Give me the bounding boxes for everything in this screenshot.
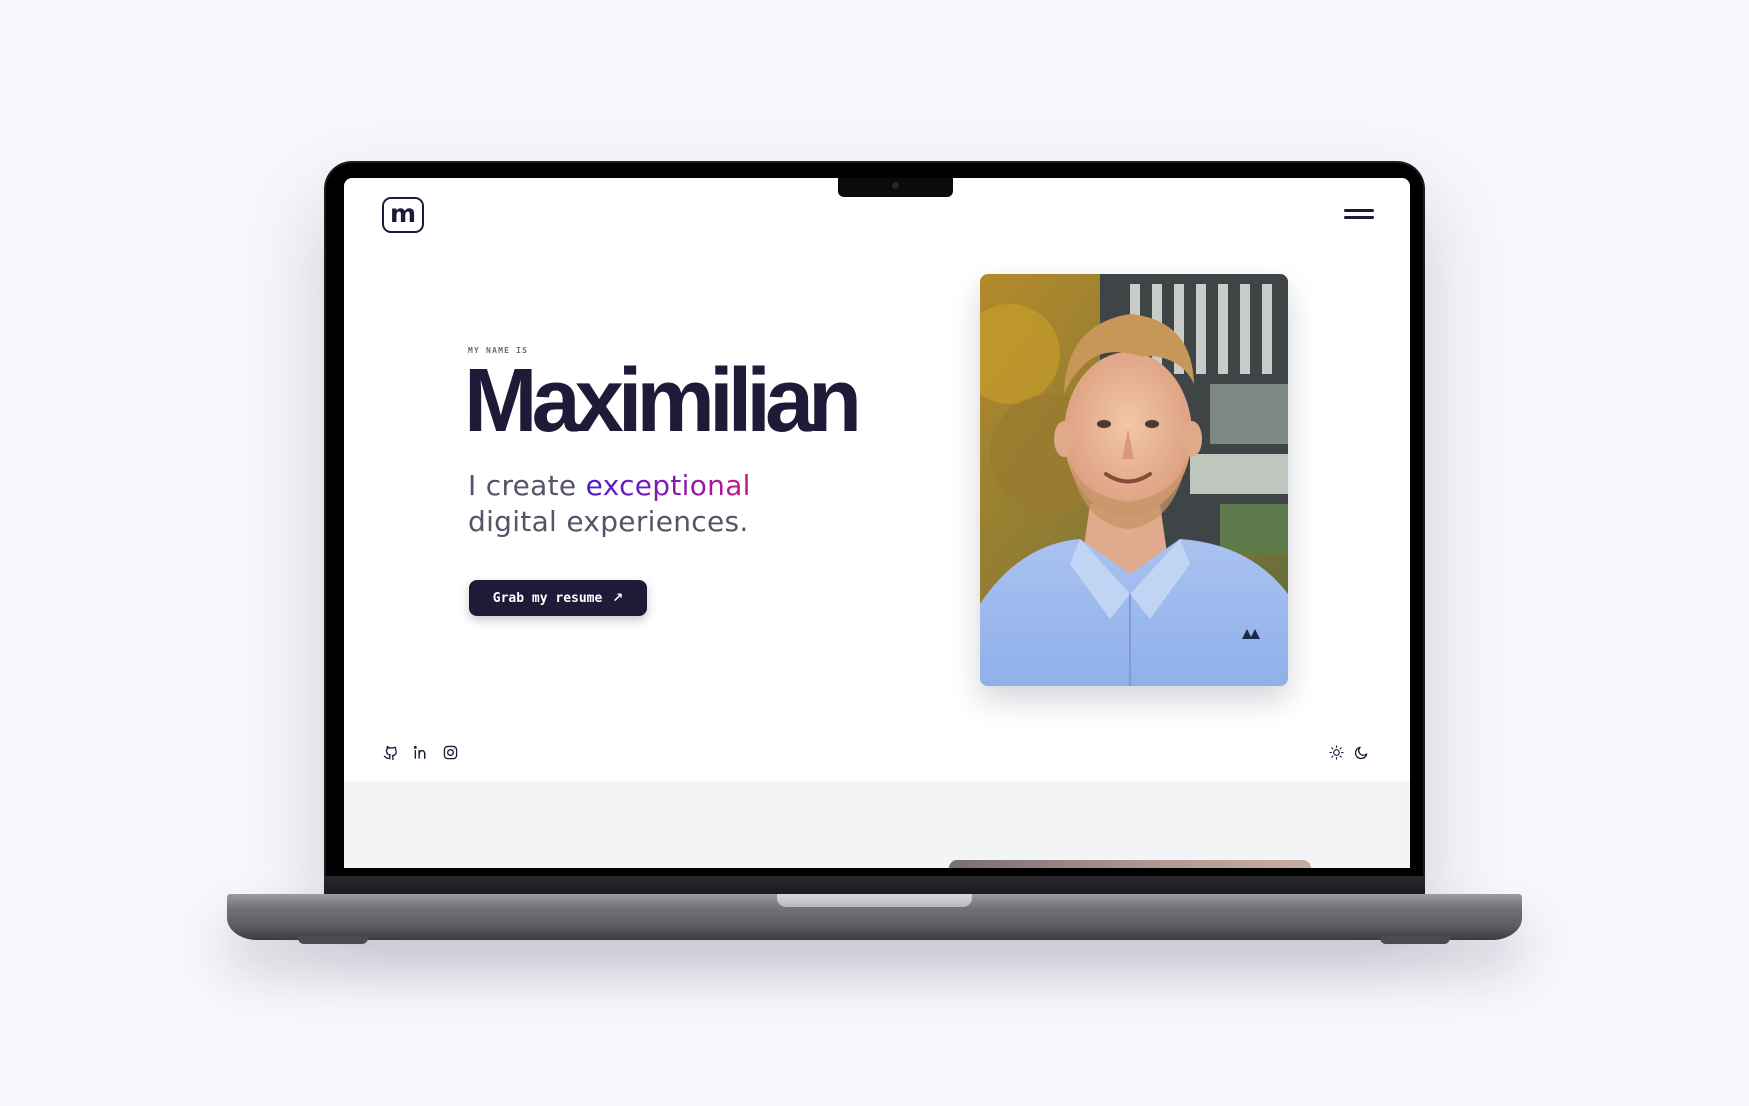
laptop-lid-groove	[777, 894, 972, 907]
sun-icon[interactable]	[1328, 744, 1344, 760]
resume-button[interactable]: Grab my resume ↗	[469, 580, 647, 616]
hero-name: Maximilian	[464, 351, 862, 451]
laptop-lid: m MY NAME IS Maximilian I create excepti…	[324, 161, 1425, 896]
laptop-base	[227, 894, 1522, 940]
resume-button-label: Grab my resume	[492, 590, 603, 606]
camera-dot	[892, 182, 899, 189]
instagram-icon[interactable]	[442, 744, 458, 760]
tagline-highlight: exceptional	[585, 469, 751, 502]
laptop-foot-right	[1380, 936, 1450, 944]
linkedin-icon[interactable]	[412, 744, 428, 760]
camera-notch	[838, 178, 953, 197]
laptop-bezel: m MY NAME IS Maximilian I create excepti…	[326, 163, 1423, 894]
hero-tagline: I create exceptional digital experiences…	[468, 468, 868, 540]
menu-line	[1344, 209, 1374, 212]
laptop-foot-left	[298, 936, 368, 944]
arrow-up-right-icon: ↗	[612, 590, 624, 606]
menu-line	[1344, 216, 1374, 219]
tagline-prefix: I create	[468, 469, 577, 502]
github-icon[interactable]	[382, 744, 398, 760]
hamburger-menu-icon[interactable]	[1344, 208, 1376, 222]
laptop-hinge	[324, 876, 1425, 896]
theme-toggle-group	[1328, 744, 1369, 760]
mockup-stage: m MY NAME IS Maximilian I create excepti…	[0, 0, 1749, 1106]
next-section-card-peek	[949, 860, 1311, 868]
moon-icon[interactable]	[1353, 744, 1369, 760]
site-logo[interactable]: m	[382, 197, 424, 233]
social-links	[382, 744, 458, 760]
laptop-screen: m MY NAME IS Maximilian I create excepti…	[344, 178, 1410, 868]
next-section-preview	[344, 781, 1410, 868]
profile-photo	[980, 274, 1288, 686]
tagline-suffix: digital experiences.	[468, 505, 749, 538]
